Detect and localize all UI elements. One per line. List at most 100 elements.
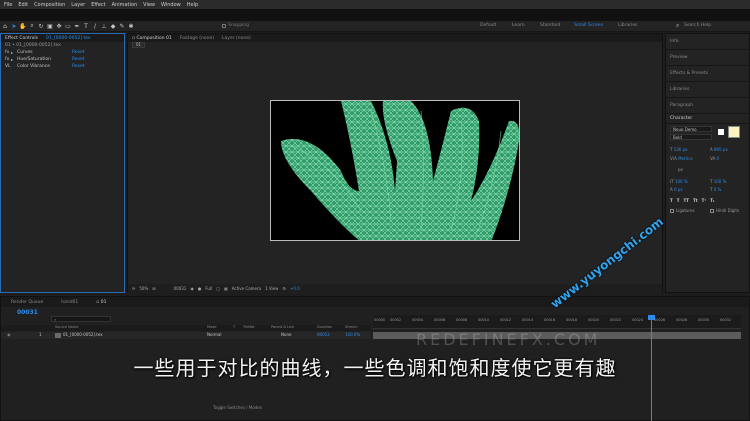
layer-parent-dropdown[interactable]: None	[281, 332, 291, 337]
panel-effects-presets[interactable]: Effects & Presets	[666, 66, 749, 82]
col-stretch[interactable]: Stretch	[345, 325, 358, 329]
reset-link[interactable]: Reset	[72, 50, 85, 55]
col-parent[interactable]: Parent & Link	[271, 325, 294, 329]
ligatures-option[interactable]: Ligatures	[670, 208, 695, 213]
camera-dropdown[interactable]: Active Camera	[232, 286, 261, 291]
tab-hand01[interactable]: hand01	[61, 300, 78, 305]
visibility-eye-icon[interactable]: ◉	[7, 332, 11, 337]
effect-row-hue-saturation[interactable]: fx ▸ Hue/Saturation Reset	[1, 56, 124, 63]
camera-tool-icon[interactable]: ▣	[46, 22, 54, 30]
menu-composition[interactable]: Composition	[34, 2, 65, 8]
current-time[interactable]: 00031	[174, 286, 187, 291]
safe-margins-icon[interactable]: ⊞	[152, 286, 155, 291]
panel-libraries[interactable]: Libraries	[666, 82, 749, 98]
tab-layer[interactable]: Layer (none)	[222, 36, 251, 41]
tab-render-queue[interactable]: Render Queue	[11, 300, 43, 305]
menu-file[interactable]: File	[4, 2, 12, 8]
transparency-grid-icon[interactable]: ▦	[224, 286, 228, 291]
layer-duration[interactable]: 00053	[317, 332, 330, 337]
toggle-switches-modes[interactable]: Toggle Switches / Modes	[213, 405, 262, 410]
hindi-digits-checkbox[interactable]	[710, 208, 714, 213]
zoom-tool-icon[interactable]: ⌕	[28, 22, 36, 30]
search-icon[interactable]: ⌕	[676, 22, 679, 30]
tab-composition[interactable]: ▫ Composition 01	[132, 36, 172, 41]
workspace-default[interactable]: Default	[480, 23, 496, 28]
mask-tool-icon[interactable]: ▭	[64, 22, 72, 30]
brush-tool-icon[interactable]: /	[91, 22, 99, 30]
tab-footage[interactable]: Footage (none)	[180, 36, 214, 41]
hand-tool-icon[interactable]: ✋	[19, 22, 27, 30]
roto-tool-icon[interactable]: ✎	[118, 22, 126, 30]
menu-edit[interactable]: Edit	[18, 2, 28, 8]
always-preview-icon[interactable]: ⟳	[132, 286, 135, 291]
resolution-dropdown[interactable]: Full	[205, 286, 212, 291]
font-style-dropdown[interactable]: Bold	[670, 134, 712, 140]
effect-row-curves[interactable]: fx ▸ Curves Reset	[1, 49, 124, 56]
type-tool-icon[interactable]: T	[82, 22, 90, 30]
faux-italic-button[interactable]: T	[677, 198, 680, 203]
panel-preview[interactable]: Preview	[666, 50, 749, 66]
col-trkmat[interactable]: TrkMat	[243, 325, 255, 329]
menu-effect[interactable]: Effect	[91, 2, 105, 8]
panel-paragraph[interactable]: Paragraph	[666, 98, 749, 114]
kerning-field[interactable]: V/A Metrics	[670, 156, 693, 161]
menu-layer[interactable]: Layer	[71, 2, 85, 8]
home-icon[interactable]: ⌂	[1, 22, 9, 30]
selection-tool-icon[interactable]: ➤	[10, 22, 18, 30]
fx-toggle-icon[interactable]: VL	[5, 64, 11, 69]
font-family-dropdown[interactable]: Neue Demo	[670, 126, 712, 132]
leading-field[interactable]: A 895 px	[710, 147, 728, 152]
composition-frame[interactable]	[270, 100, 520, 241]
timeline-current-time[interactable]: 00031	[17, 309, 38, 316]
superscript-button[interactable]: T¹	[702, 198, 706, 203]
reset-link[interactable]: Reset	[72, 57, 85, 62]
col-t[interactable]: T	[233, 325, 235, 329]
exposure-value[interactable]: +0.0	[290, 286, 300, 291]
vertical-scale-field[interactable]: IT 100 %	[670, 179, 688, 184]
tab-comp-01[interactable]: ▫ 01	[96, 300, 106, 305]
panel-character-header[interactable]: Character	[666, 114, 749, 124]
layer-row[interactable]: ◉ 1 01_[0000-0052].tex Normal None 00053…	[1, 332, 371, 339]
layer-name[interactable]: 01_[0000-0052].tex	[63, 332, 103, 337]
zoom-dropdown[interactable]: 50%	[139, 286, 148, 291]
workspace-libraries[interactable]: Libraries	[618, 23, 637, 28]
workspace-learn[interactable]: Learn	[512, 23, 525, 28]
small-caps-button[interactable]: Tt	[693, 198, 698, 203]
eraser-tool-icon[interactable]: ◆	[109, 22, 117, 30]
color-channel-icon[interactable]: ●	[198, 286, 202, 291]
layer-stretch[interactable]: 100.0%	[345, 332, 360, 337]
baseline-shift-field[interactable]: A 0 px	[670, 187, 683, 192]
hindi-digits-option[interactable]: Hindi Digits	[710, 208, 739, 213]
effect-row-color-vibrance[interactable]: VL Color Vibrance Reset	[1, 63, 124, 70]
layer-search-input[interactable]: ⌕	[51, 316, 111, 322]
workspace-small-screen[interactable]: Small Screen	[574, 23, 603, 28]
unit-dropdown[interactable]: px	[678, 167, 683, 172]
ligatures-checkbox[interactable]	[670, 208, 674, 213]
horizontal-scale-field[interactable]: T 100 %	[710, 179, 726, 184]
pan-behind-icon[interactable]: ✥	[55, 22, 63, 30]
pen-tool-icon[interactable]: ✒	[73, 22, 81, 30]
workspace-standard[interactable]: Standard	[540, 23, 560, 28]
layer-mode-dropdown[interactable]: Normal	[207, 332, 221, 337]
tsume-field[interactable]: T 0 %	[710, 187, 721, 192]
menu-help[interactable]: Help	[187, 2, 198, 8]
subscript-button[interactable]: T₁	[710, 198, 714, 203]
search-help-input[interactable]: Search Help	[684, 23, 711, 28]
col-mode[interactable]: Mode	[207, 325, 217, 329]
all-caps-button[interactable]: TT	[683, 198, 689, 203]
menu-window[interactable]: Window	[161, 2, 181, 8]
col-source-name[interactable]: Source Name	[55, 325, 78, 329]
panel-info[interactable]: Info	[666, 34, 749, 50]
effect-controls-tab[interactable]: Effect Controls 01_[0000-0052].tex	[1, 34, 124, 42]
snapshot-icon[interactable]: ◉	[190, 286, 194, 291]
tracking-field[interactable]: VA 0	[710, 156, 719, 161]
menu-animation[interactable]: Animation	[112, 2, 138, 8]
puppet-tool-icon[interactable]: ✱	[127, 22, 135, 30]
comp-chip[interactable]: 01	[132, 42, 146, 48]
faux-bold-button[interactable]: T	[670, 198, 673, 203]
menu-view[interactable]: View	[143, 2, 155, 8]
region-icon[interactable]: ▢	[216, 286, 220, 291]
clone-tool-icon[interactable]: ⊥	[100, 22, 108, 30]
reset-link[interactable]: Reset	[72, 64, 85, 69]
viewer-settings-icon[interactable]: ⚙	[282, 286, 286, 291]
